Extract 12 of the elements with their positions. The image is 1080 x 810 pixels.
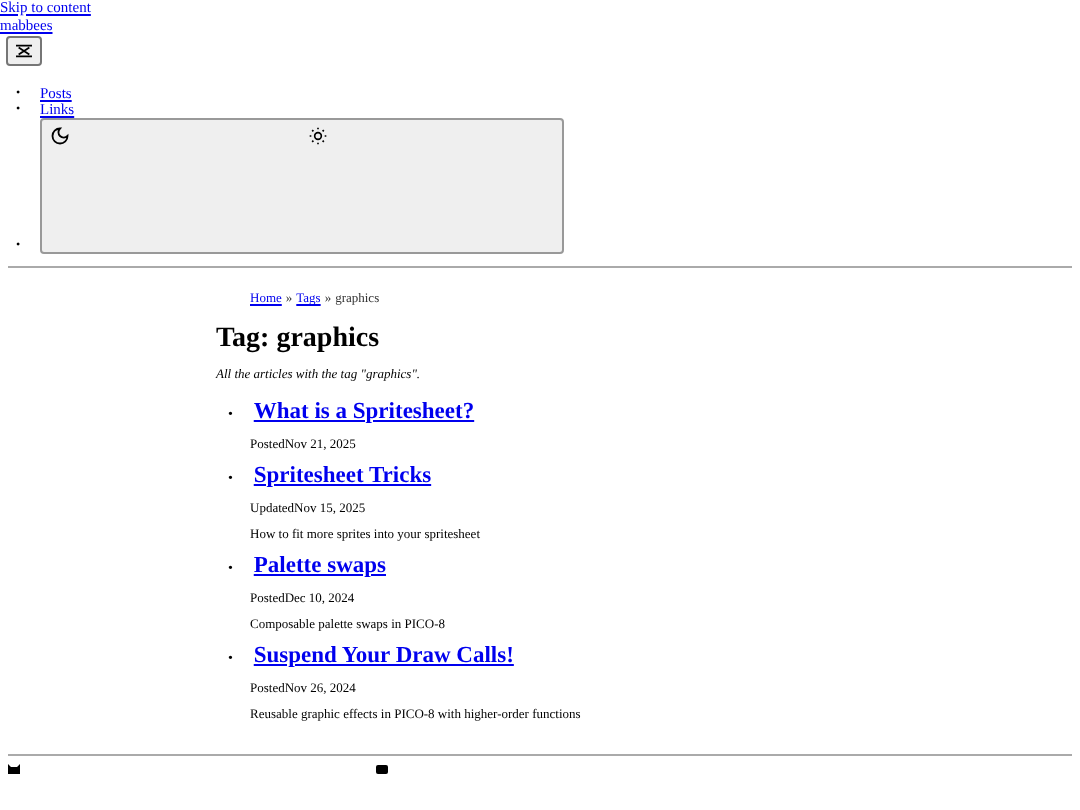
cat-icon (8, 764, 20, 774)
post-title-link[interactable]: Palette swaps (253, 554, 386, 578)
moon-icon (50, 126, 70, 146)
menu-button[interactable] (6, 36, 42, 66)
theme-toggle-button[interactable] (40, 118, 564, 254)
page-heading: Tag: graphics (216, 323, 382, 355)
post-title-link[interactable]: Spritesheet Tricks (253, 464, 432, 488)
close-icon (16, 44, 32, 58)
post-title-link[interactable]: Suspend Your Draw Calls! (253, 644, 514, 668)
sun-icon (308, 126, 328, 146)
post-title-link[interactable]: What is a Spritesheet? (253, 400, 475, 424)
square-icon (376, 764, 388, 774)
